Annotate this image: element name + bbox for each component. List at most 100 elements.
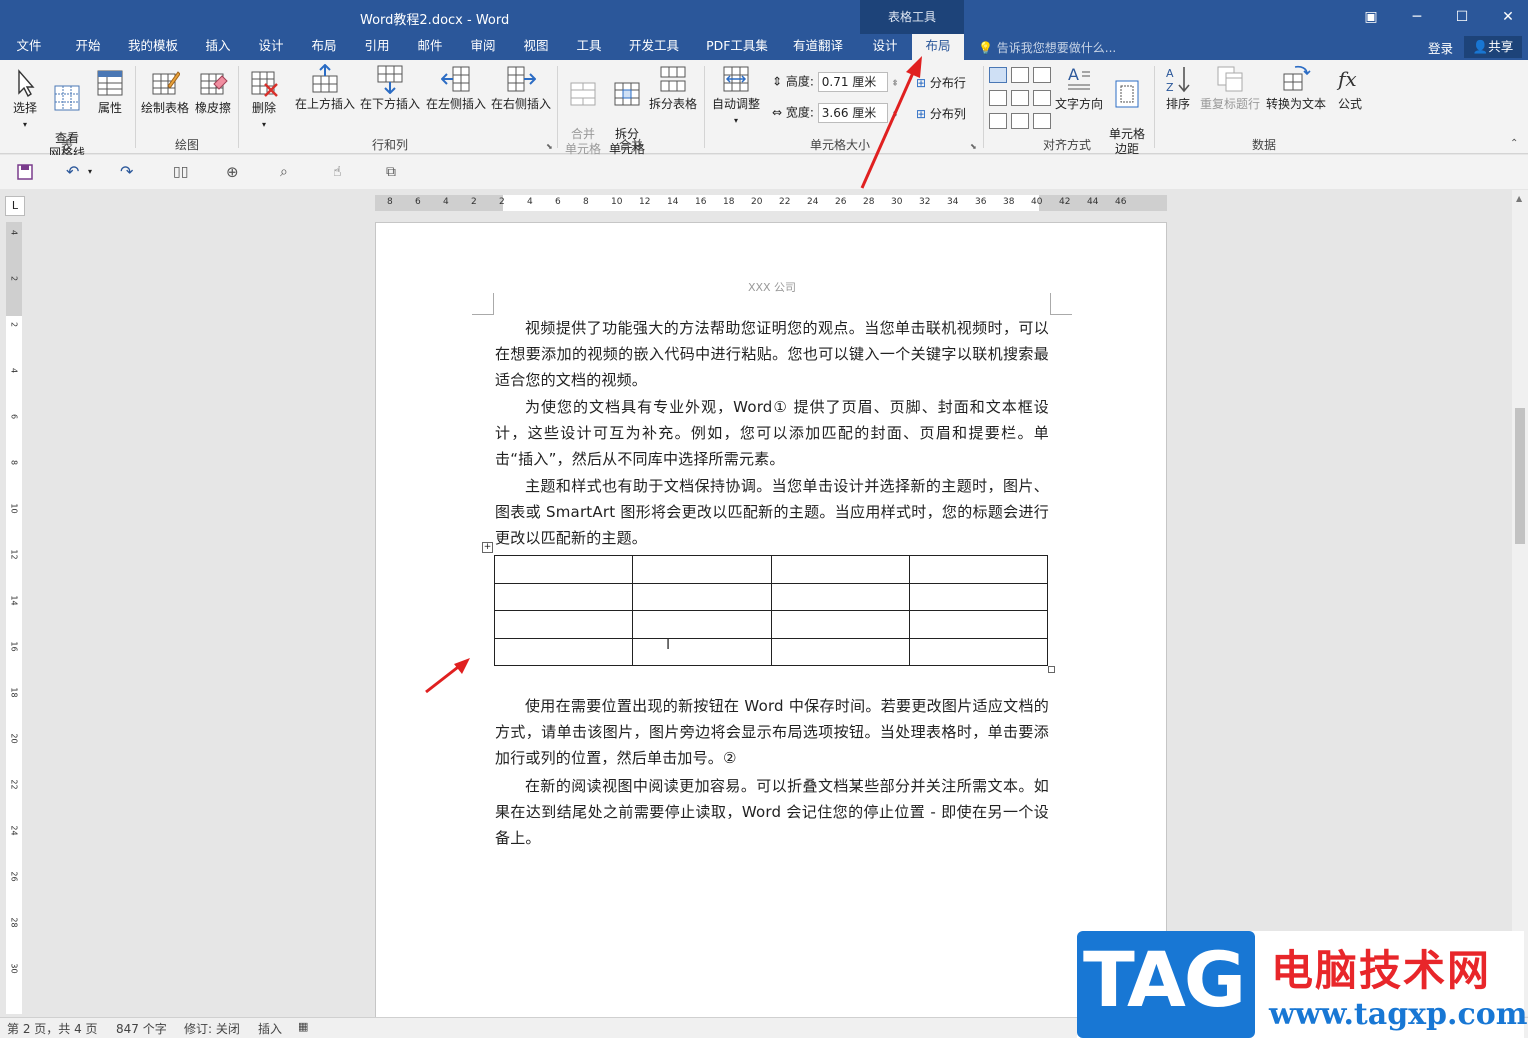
web-icon[interactable]: ⊕: [226, 163, 244, 181]
eraser-button[interactable]: 橡皮擦: [192, 68, 234, 116]
repeat-header-rows-button[interactable]: 重复标题行: [1198, 64, 1262, 112]
table-cell[interactable]: [908, 610, 1049, 639]
tab-design[interactable]: 设计: [249, 34, 293, 60]
table-cell[interactable]: [493, 637, 634, 666]
split-table-icon: [660, 66, 686, 92]
table-cell[interactable]: [770, 637, 910, 666]
align-middle-right-button[interactable]: [1033, 90, 1051, 106]
insert-mode-status[interactable]: 插入: [258, 1020, 282, 1037]
print-preview-icon[interactable]: ⌕: [280, 163, 298, 181]
align-bottom-right-button[interactable]: [1033, 113, 1051, 129]
horizontal-ruler[interactable]: 8 6 4 2 2 4 6 8 10 12 14 16 18 20 22 24 26 28 30 32 34 36 38 40…: [375, 195, 1167, 211]
table-cell[interactable]: [770, 582, 910, 611]
table-cell[interactable]: [632, 555, 772, 584]
draw-table-button[interactable]: 绘制表格: [140, 68, 190, 116]
scrollbar-thumb[interactable]: [1515, 408, 1525, 544]
align-bottom-center-button[interactable]: [1011, 113, 1029, 129]
delete-button[interactable]: 删除 ▾: [244, 68, 284, 132]
scroll-up-icon[interactable]: ▲: [1516, 194, 1522, 203]
ribbon-display-options-icon[interactable]: ▣: [1360, 6, 1382, 28]
align-top-right-button[interactable]: [1033, 67, 1051, 83]
vertical-ruler[interactable]: 4 2 2 4 6 8 10 12 14 16 18 20 22 24 26 28 30: [6, 222, 22, 1014]
insert-above-button[interactable]: 在上方插入: [294, 64, 356, 112]
table-cell[interactable]: [493, 555, 634, 584]
align-top-left-button[interactable]: [989, 67, 1007, 83]
document-page[interactable]: XXX 公司 视频提供了功能强大的方法帮助您证明您的观点。当您单击联机视频时，可…: [375, 222, 1167, 1018]
formula-button[interactable]: fx 公式: [1332, 64, 1368, 112]
table-cell[interactable]: [770, 610, 910, 639]
split-table-button[interactable]: 拆分表格: [648, 64, 698, 112]
collapse-ribbon-icon[interactable]: ⌃: [1510, 138, 1518, 149]
paragraph[interactable]: 视频提供了功能强大的方法帮助您证明您的观点。当您单击联机视频时，可以在想要添加的…: [495, 315, 1049, 393]
table-cell[interactable]: [770, 555, 910, 584]
table-cell[interactable]: [632, 582, 772, 611]
paragraph[interactable]: 主题和样式也有助于文档保持协调。当您单击设计并选择新的主题时，图片、图表或 Sm…: [495, 473, 1049, 551]
tab-mailings[interactable]: 邮件: [408, 34, 452, 60]
close-icon[interactable]: ✕: [1497, 6, 1519, 28]
save-icon[interactable]: [16, 163, 34, 181]
vertical-scrollbar[interactable]: ▲: [1512, 190, 1528, 1016]
tab-file[interactable]: 文件: [8, 34, 50, 60]
table-cell[interactable]: [632, 637, 772, 666]
insert-left-icon: [441, 66, 470, 92]
paragraph[interactable]: 为使您的文档具有专业外观，Word① 提供了页眉、页脚、封面和文本框设计，这些设…: [495, 394, 1049, 472]
table-cell[interactable]: [908, 555, 1049, 584]
table-resize-handle[interactable]: [1048, 666, 1055, 673]
properties-button[interactable]: 属性: [92, 68, 128, 116]
merge-cells-button[interactable]: 合并 单元格: [562, 64, 604, 157]
table-cell[interactable]: [493, 610, 634, 639]
tab-tools[interactable]: 工具: [567, 34, 611, 60]
table-move-handle-icon[interactable]: +: [482, 542, 493, 553]
select-button[interactable]: 选择 ▾: [8, 68, 42, 132]
customize-icon[interactable]: ⧉: [386, 163, 404, 181]
touch-mode-icon[interactable]: ☝: [333, 163, 351, 181]
share-button[interactable]: 👤共享: [1464, 36, 1522, 58]
align-middle-left-button[interactable]: [989, 90, 1007, 106]
table-cell[interactable]: [908, 582, 1049, 611]
ruler-tick-label: 2: [499, 197, 505, 207]
tab-youdao-translate[interactable]: 有道翻译: [786, 34, 850, 60]
page-count[interactable]: 第 2 页，共 4 页: [7, 1020, 98, 1037]
document-table[interactable]: [493, 555, 1049, 666]
tab-pdf-tools[interactable]: PDF工具集: [700, 34, 774, 60]
autofit-button[interactable]: 自动调整 ▾: [708, 64, 764, 128]
tab-view[interactable]: 视图: [514, 34, 558, 60]
paragraph[interactable]: 使用在需要位置出现的新按钮在 Word 中保存时间。若要更改图片适应文档的方式，…: [495, 693, 1049, 771]
align-top-center-button[interactable]: [1011, 67, 1029, 83]
convert-to-text-button[interactable]: 转换为文本: [1264, 64, 1328, 112]
tab-home[interactable]: 开始: [66, 34, 110, 60]
login-link[interactable]: 登录: [1428, 38, 1453, 57]
tab-my-templates[interactable]: 我的模板: [122, 34, 184, 60]
macro-record-icon[interactable]: ▦: [298, 1020, 308, 1033]
maximize-icon[interactable]: ☐: [1451, 6, 1473, 28]
paragraph[interactable]: 在新的阅读视图中阅读更加容易。可以折叠文档某些部分并关注所需文本。如果在达到结尾…: [495, 773, 1049, 851]
redo-icon[interactable]: ↷: [120, 163, 138, 181]
tab-layout[interactable]: 布局: [302, 34, 346, 60]
sort-button[interactable]: AZ 排序: [1160, 64, 1196, 112]
track-changes-status[interactable]: 修订: 关闭: [184, 1020, 240, 1037]
table-cell[interactable]: [908, 637, 1049, 666]
ruler-tick-label: 8: [583, 197, 589, 207]
table-cell[interactable]: [632, 610, 772, 639]
minimize-icon[interactable]: ─: [1406, 6, 1428, 28]
insert-left-button[interactable]: 在左侧插入: [424, 64, 488, 112]
dialog-launcher-icon[interactable]: ⬊: [546, 142, 553, 151]
tab-references[interactable]: 引用: [355, 34, 399, 60]
undo-dropdown-icon[interactable]: ▾: [88, 163, 106, 181]
insert-below-button[interactable]: 在下方插入: [358, 64, 422, 112]
tab-insert[interactable]: 插入: [196, 34, 240, 60]
tell-me-search[interactable]: 💡 告诉我您想要做什么...: [978, 39, 1116, 56]
tab-review[interactable]: 审阅: [461, 34, 505, 60]
tab-selector-icon[interactable]: L: [5, 196, 25, 216]
tab-developer[interactable]: 开发工具: [622, 34, 686, 60]
align-middle-center-button[interactable]: [1011, 90, 1029, 106]
cell-margins-button[interactable]: 单元格 边距: [1106, 64, 1148, 157]
word-count[interactable]: 847 个字: [116, 1020, 167, 1037]
undo-icon[interactable]: ↶: [66, 163, 84, 181]
insert-right-button[interactable]: 在右侧插入: [490, 64, 552, 112]
table-cell[interactable]: [493, 582, 634, 611]
reading-mode-icon[interactable]: ▯▯: [173, 163, 191, 181]
dialog-launcher-icon[interactable]: ⬊: [970, 142, 977, 151]
align-bottom-left-button[interactable]: [989, 113, 1007, 129]
text-direction-button[interactable]: A 文字方向: [1054, 64, 1104, 112]
